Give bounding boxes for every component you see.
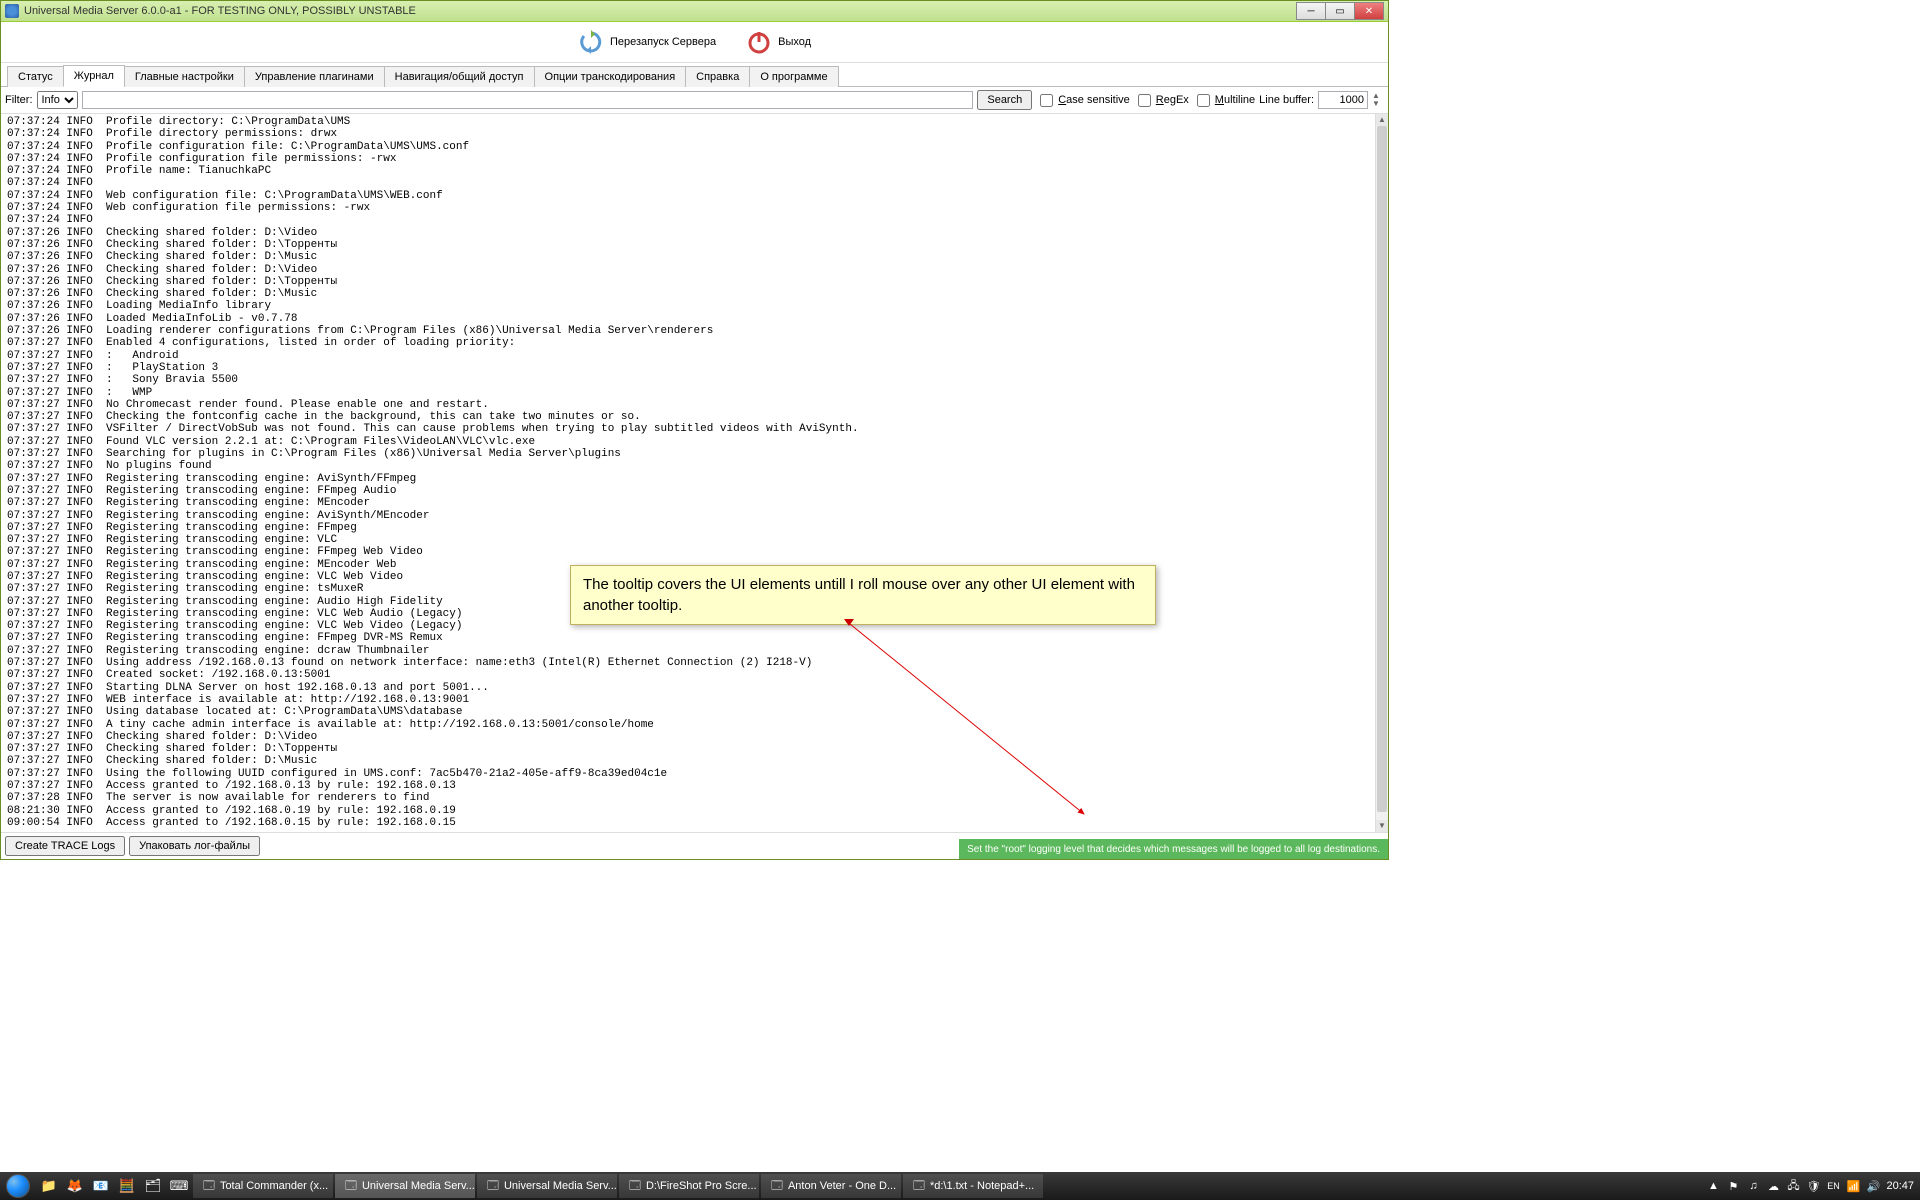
create-trace-logs-button[interactable]: Create TRACE Logs (5, 836, 125, 856)
tab-3[interactable]: Управление плагинами (244, 66, 385, 87)
pinned-app-4[interactable]: 🧮 (115, 1174, 139, 1198)
line-buffer-input[interactable] (1318, 91, 1368, 109)
tab-bar: СтатусЖурналГлавные настройкиУправление … (1, 63, 1388, 87)
taskbar-task-3[interactable]: 🗔D:\FireShot Pro Scre... (619, 1174, 759, 1198)
pack-log-files-button[interactable]: Упаковать лог-файлы (129, 836, 260, 856)
pinned-app-2[interactable]: 🦊 (63, 1174, 87, 1198)
filter-bar: Filter: Info Search Case sensitive RegEx… (1, 87, 1388, 114)
window-title: Universal Media Server 6.0.0-a1 - FOR TE… (24, 5, 1297, 17)
line-buffer-spinner[interactable]: ▲▼ (1372, 92, 1384, 108)
filter-level-select[interactable]: Info (37, 91, 78, 109)
taskbar-task-4[interactable]: 🗔Anton Veter - One D... (761, 1174, 901, 1198)
exit-button[interactable]: Выход (746, 29, 811, 55)
tab-2[interactable]: Главные настройки (124, 66, 245, 87)
search-button[interactable]: Search (977, 90, 1032, 110)
tab-0[interactable]: Статус (7, 66, 64, 87)
tab-5[interactable]: Опции транскодирования (534, 66, 687, 87)
power-icon (746, 29, 772, 55)
tab-4[interactable]: Навигация/общий доступ (384, 66, 535, 87)
tray-clock[interactable]: 20:47 (1886, 1180, 1914, 1192)
minimize-button[interactable]: ─ (1296, 2, 1326, 20)
taskbar-task-0[interactable]: 🗔Total Commander (x... (193, 1174, 333, 1198)
system-tray: ▲ ⚑ ♫ ☁ 🖧 🛡 EN 📶 🔊 20:47 (1700, 1179, 1920, 1193)
status-tooltip: Set the "root" logging level that decide… (959, 839, 1388, 859)
multiline-label: Multiline (1215, 94, 1255, 106)
filter-label: Filter: (5, 94, 33, 106)
tray-lang-icon[interactable]: EN (1826, 1179, 1840, 1193)
tray-icon-5[interactable]: 🛡 (1806, 1179, 1820, 1193)
case-sensitive-checkbox[interactable] (1040, 94, 1053, 107)
regex-label: RegEx (1156, 94, 1189, 106)
restart-label: Перезапуск Сервера (610, 36, 716, 48)
case-sensitive-label: Case sensitive (1058, 94, 1130, 106)
log-content[interactable]: 07:37:24 INFO Profile directory: C:\Prog… (1, 114, 1376, 832)
app-window: Universal Media Server 6.0.0-a1 - FOR TE… (0, 0, 1389, 860)
windows-taskbar: 📁 🦊 📧 🧮 🗂 ⌨ 🗔Total Commander (x...🗔Unive… (0, 1172, 1920, 1200)
tray-icon-2[interactable]: ♫ (1746, 1179, 1760, 1193)
tab-6[interactable]: Справка (685, 66, 750, 87)
taskbar-task-5[interactable]: 🗔*d:\1.txt - Notepad+... (903, 1174, 1043, 1198)
app-icon (5, 4, 19, 18)
tray-icon-1[interactable]: ⚑ (1726, 1179, 1740, 1193)
taskbar-task-2[interactable]: 🗔Universal Media Serv... (477, 1174, 617, 1198)
tray-icon-3[interactable]: ☁ (1766, 1179, 1780, 1193)
start-button[interactable] (0, 1172, 36, 1200)
multiline-checkbox[interactable] (1197, 94, 1210, 107)
annotation-callout: The tooltip covers the UI elements until… (570, 565, 1156, 625)
vertical-scrollbar[interactable]: ▲ ▼ (1375, 114, 1388, 832)
pinned-app-1[interactable]: 📁 (37, 1174, 61, 1198)
line-buffer-label: Line buffer: (1259, 94, 1314, 106)
regex-checkbox[interactable] (1138, 94, 1151, 107)
restart-icon (578, 29, 604, 55)
title-bar: Universal Media Server 6.0.0-a1 - FOR TE… (1, 1, 1388, 22)
annotation-pointer (844, 619, 854, 626)
maximize-button[interactable]: ▭ (1325, 2, 1355, 20)
main-toolbar: Перезапуск Сервера Выход (1, 22, 1388, 63)
taskbar-task-1[interactable]: 🗔Universal Media Serv... (335, 1174, 475, 1198)
tab-1[interactable]: Журнал (63, 65, 125, 87)
bottom-bar: Create TRACE Logs Упаковать лог-файлы Se… (1, 832, 1388, 859)
scroll-down-arrow[interactable]: ▼ (1376, 820, 1388, 832)
windows-orb-icon (6, 1174, 30, 1198)
close-button[interactable]: ✕ (1354, 2, 1384, 20)
exit-label: Выход (778, 36, 811, 48)
pinned-app-3[interactable]: 📧 (89, 1174, 113, 1198)
log-area: 07:37:24 INFO Profile directory: C:\Prog… (1, 114, 1388, 832)
tray-expand-icon[interactable]: ▲ (1706, 1179, 1720, 1193)
pinned-app-6[interactable]: ⌨ (167, 1174, 191, 1198)
restart-server-button[interactable]: Перезапуск Сервера (578, 29, 716, 55)
tray-icon-4[interactable]: 🖧 (1786, 1179, 1800, 1193)
scroll-up-arrow[interactable]: ▲ (1376, 114, 1388, 126)
tray-volume-icon[interactable]: 🔊 (1866, 1179, 1880, 1193)
tray-network-icon[interactable]: 📶 (1846, 1179, 1860, 1193)
tab-7[interactable]: О программе (749, 66, 838, 87)
pinned-app-5[interactable]: 🗂 (141, 1174, 165, 1198)
scroll-thumb[interactable] (1377, 126, 1387, 812)
search-input[interactable] (82, 91, 974, 109)
